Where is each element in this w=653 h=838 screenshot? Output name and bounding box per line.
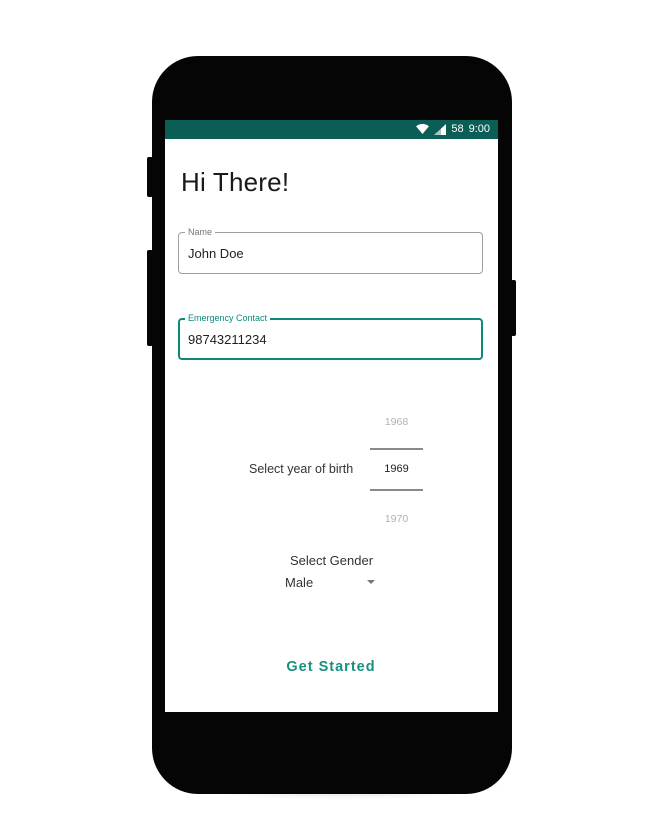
status-bar: 58 9:00 bbox=[165, 120, 498, 139]
signal-icon bbox=[434, 123, 447, 135]
get-started-button[interactable]: Get Started bbox=[261, 655, 401, 679]
name-field-value: John Doe bbox=[188, 246, 244, 261]
gender-caption: Select Gender bbox=[289, 553, 374, 568]
name-field-label: Name bbox=[185, 226, 216, 238]
emergency-contact-label: Emergency Contact bbox=[185, 312, 271, 324]
clock: 9:00 bbox=[468, 123, 490, 135]
year-picker-section: Select year of birth 1968 1969 1970 bbox=[165, 402, 498, 532]
year-option-selected[interactable]: 1969 bbox=[370, 463, 423, 475]
gender-selected-value: Male bbox=[285, 575, 314, 590]
status-indicators: 58 9:00 bbox=[416, 123, 490, 135]
year-picker-caption: Select year of birth bbox=[249, 462, 354, 476]
name-field[interactable]: Name John Doe bbox=[178, 226, 483, 274]
gender-dropdown[interactable]: Male bbox=[283, 573, 379, 593]
year-option-next[interactable]: 1970 bbox=[370, 513, 423, 525]
picker-divider bbox=[370, 448, 423, 450]
chevron-down-icon bbox=[367, 580, 375, 584]
wifi-icon bbox=[416, 124, 430, 134]
emergency-contact-value: 98743211234 bbox=[188, 332, 267, 347]
battery-level: 58 bbox=[451, 123, 464, 135]
app-screen: 58 9:00 Hi There! Name John Doe Emergenc… bbox=[165, 120, 498, 712]
year-option-previous[interactable]: 1968 bbox=[370, 416, 423, 428]
year-number-picker[interactable]: 1968 1969 1970 bbox=[370, 402, 423, 532]
picker-divider bbox=[370, 489, 423, 491]
emergency-contact-field[interactable]: Emergency Contact 98743211234 bbox=[178, 312, 483, 360]
page-title: Hi There! bbox=[181, 167, 290, 197]
